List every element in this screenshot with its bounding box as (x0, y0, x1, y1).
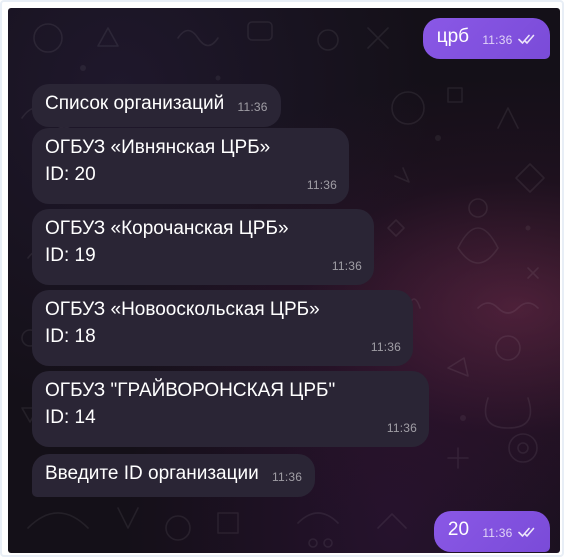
double-check-icon (518, 526, 536, 538)
incoming-message[interactable]: Введите ID организации 11:36 (32, 454, 316, 497)
message-time: 11:36 (482, 526, 513, 540)
message-time: 11:36 (482, 33, 513, 47)
incoming-message[interactable]: ОГБУЗ «Новооскольская ЦРБ» ID: 18 11:36 (32, 290, 413, 366)
message-text: Список организаций (45, 93, 225, 114)
message-text: црб (436, 26, 470, 47)
message-time: 11:36 (237, 100, 268, 114)
incoming-message[interactable]: ОГБУЗ «Корочанская ЦРБ» ID: 19 11:36 (32, 209, 374, 285)
message-time: 11:36 (386, 421, 417, 435)
double-check-icon (518, 33, 536, 45)
incoming-message[interactable]: ОГБУЗ "ГРАЙВОРОНСКАЯ ЦРБ" ID: 14 11:36 (32, 371, 429, 447)
incoming-message[interactable]: ОГБУЗ «Ивнянская ЦРБ» ID: 20 11:36 (32, 128, 349, 204)
organization-id: ID: 20 (45, 164, 96, 185)
organization-name: ОГБУЗ «Корочанская ЦРБ» (45, 218, 289, 239)
outgoing-message[interactable]: 20 11:36 (433, 511, 550, 552)
organization-name: ОГБУЗ "ГРАЙВОРОНСКАЯ ЦРБ" (45, 380, 336, 401)
message-time: 11:36 (272, 470, 303, 484)
organization-name: ОГБУЗ «Новооскольская ЦРБ» (45, 299, 320, 320)
outgoing-message[interactable]: црб 11:36 (422, 18, 550, 59)
chat-history[interactable]: црб 11:36 Список организаций 11:36 ОГБУЗ… (8, 8, 560, 553)
organization-id: ID: 18 (45, 326, 96, 347)
message-text: 20 (447, 519, 470, 540)
message-text: Введите ID организации (45, 463, 259, 484)
organization-id: ID: 14 (45, 407, 96, 428)
message-time: 11:36 (306, 178, 337, 192)
message-time: 11:36 (370, 340, 401, 354)
organization-name: ОГБУЗ «Ивнянская ЦРБ» (45, 137, 271, 158)
incoming-message[interactable]: Список организаций 11:36 (32, 84, 281, 127)
message-time: 11:36 (331, 259, 362, 273)
screenshot-frame: црб 11:36 Список организаций 11:36 ОГБУЗ… (0, 0, 564, 557)
organization-id: ID: 19 (45, 245, 96, 266)
